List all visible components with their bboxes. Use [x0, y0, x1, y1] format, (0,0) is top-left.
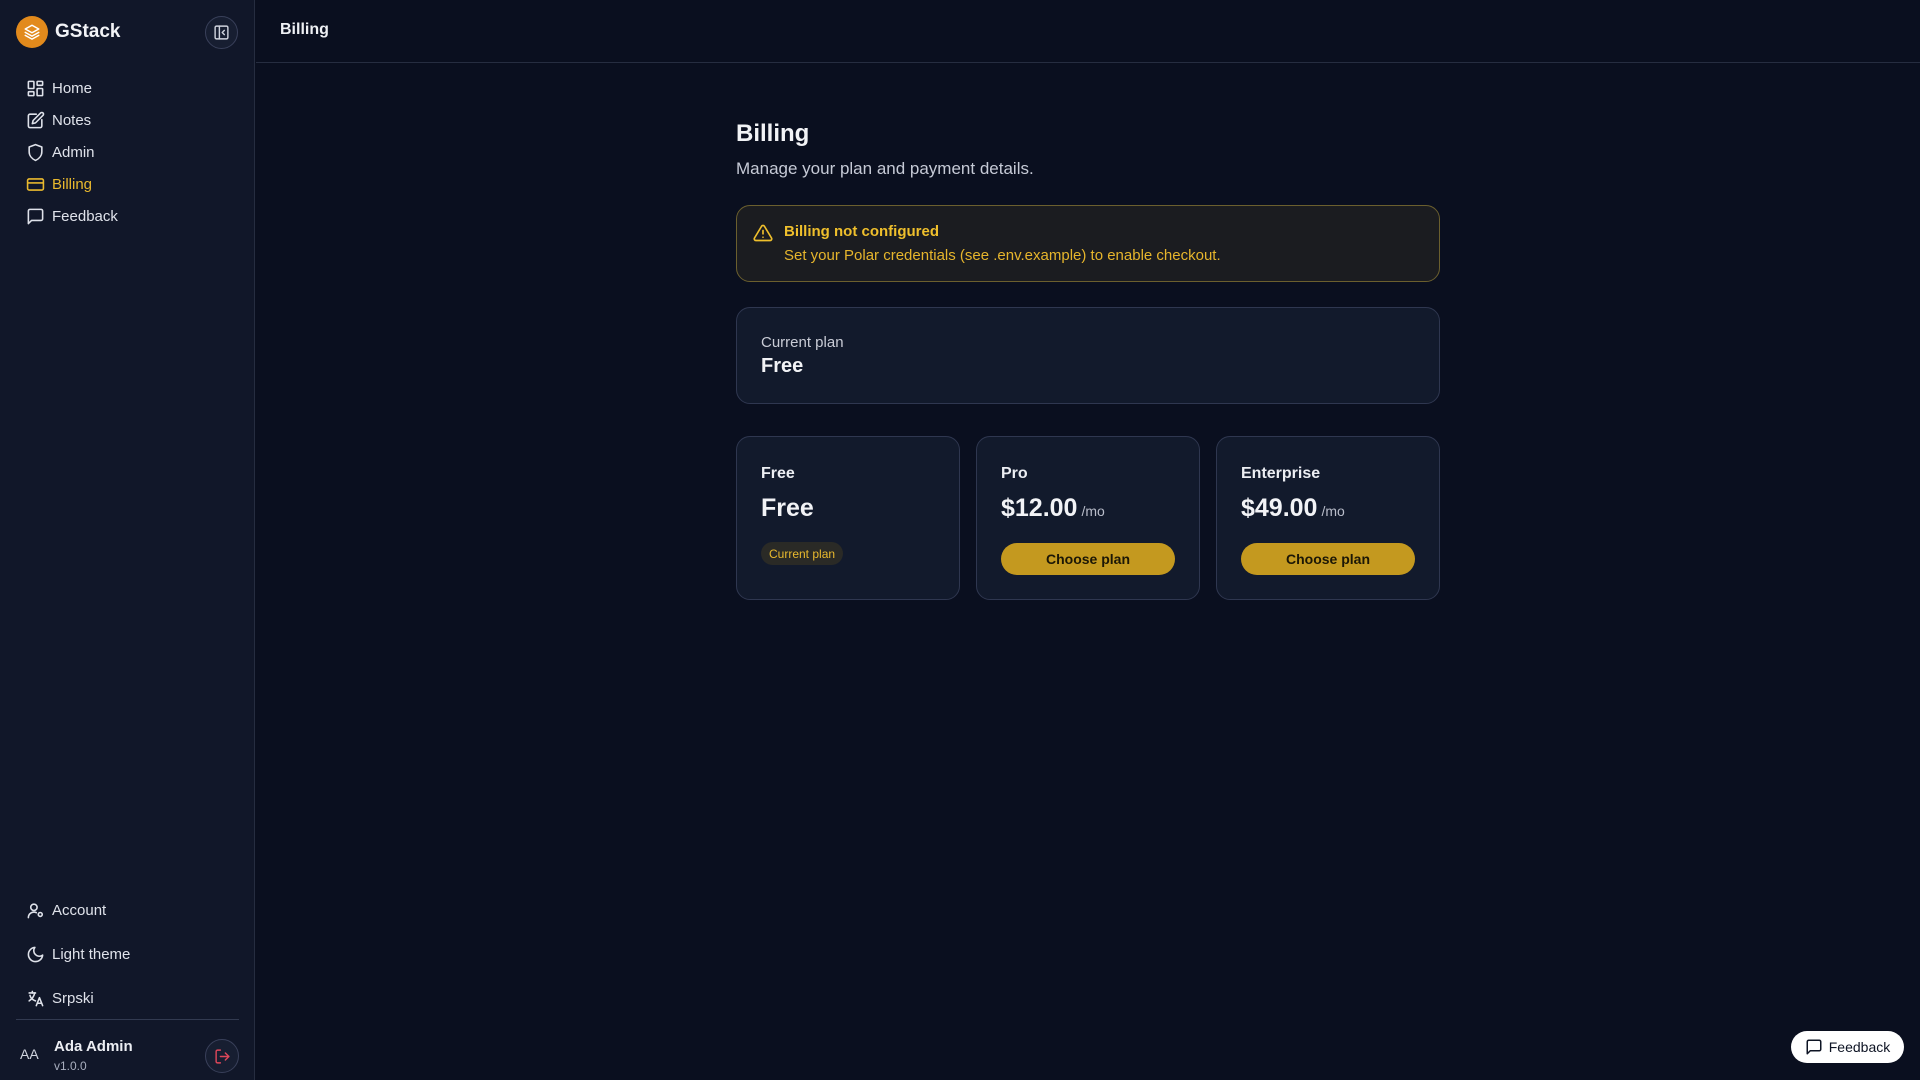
sidebar: GStack Home Notes Admin Billing Feedback…: [0, 0, 255, 1080]
user-gear-icon: [27, 902, 44, 918]
alert-title: Billing not configured: [784, 223, 939, 240]
app-version: v1.0.0: [54, 1059, 87, 1073]
current-plan-label: Current plan: [761, 334, 844, 351]
plan-price-value: $12.00: [1001, 494, 1078, 522]
sidebar-item-admin[interactable]: Admin: [16, 136, 239, 168]
message-icon: [27, 208, 44, 224]
brand-name: GStack: [55, 21, 121, 42]
sidebar-collapse-icon: [214, 25, 229, 40]
notes-icon: [27, 111, 45, 128]
sidebar-item-label: Light theme: [52, 945, 131, 963]
current-plan-card: Current plan Free: [736, 307, 1440, 404]
collapse-sidebar-button[interactable]: [205, 16, 238, 49]
sidebar-item-notes[interactable]: Notes: [16, 104, 239, 136]
message-icon: [1806, 1039, 1822, 1055]
credit-card-icon: [26, 177, 45, 191]
user-name: Ada Admin: [54, 1038, 133, 1055]
plan-list: Free Free Current plan Pro $12.00/mo Cho…: [736, 436, 1440, 600]
current-plan-value: Free: [761, 355, 804, 377]
top-bar: Billing: [256, 0, 1920, 63]
plan-card-pro: Pro $12.00/mo Choose plan: [976, 436, 1200, 600]
plan-name: Free: [761, 465, 795, 482]
plan-name: Enterprise: [1241, 465, 1321, 482]
plan-price: Free: [761, 494, 814, 523]
sidebar-item-label: Admin: [52, 143, 95, 161]
user-profile: AA Ada Admin v1.0.0: [16, 1036, 239, 1074]
breadcrumb: Billing: [280, 21, 329, 38]
sidebar-item-home[interactable]: Home: [16, 72, 239, 104]
plan-card-enterprise: Enterprise $49.00/mo Choose plan: [1216, 436, 1440, 600]
sidebar-item-feedback[interactable]: Feedback: [16, 200, 239, 232]
grid-icon: [27, 80, 44, 96]
current-plan-badge: Current plan: [761, 542, 844, 565]
plan-name: Pro: [1001, 465, 1028, 482]
plan-price-value: Free: [761, 494, 814, 522]
sidebar-item-label: Notes: [52, 111, 92, 129]
plan-price: $12.00/mo: [1001, 494, 1105, 523]
sidebar-item-account[interactable]: Account: [16, 888, 239, 932]
sidebar-divider: [16, 1019, 239, 1020]
warning-icon: [753, 224, 773, 242]
sidebar-item-label: Srpski: [52, 989, 94, 1007]
page-title: Billing: [736, 120, 810, 147]
avatar[interactable]: AA: [20, 1046, 39, 1062]
sidebar-nav: Home Notes Admin Billing Feedback: [16, 72, 239, 232]
sidebar-item-billing[interactable]: Billing: [16, 168, 239, 200]
plan-card-free: Free Free Current plan: [736, 436, 960, 600]
billing-warning-alert: Billing not configured Set your Polar cr…: [736, 205, 1440, 282]
plan-period: /mo: [1321, 503, 1345, 519]
page-subtitle: Manage your plan and payment details.: [736, 159, 1034, 178]
theme-toggle[interactable]: Light theme: [16, 932, 239, 976]
shield-icon: [28, 143, 43, 161]
plan-price: $49.00/mo: [1241, 494, 1345, 523]
plan-period: /mo: [1081, 503, 1105, 519]
sidebar-item-label: Home: [52, 79, 93, 97]
language-switch[interactable]: Srpski: [16, 976, 239, 1020]
logout-button[interactable]: [205, 1039, 239, 1073]
alert-text: Set your Polar credentials (see .env.exa…: [784, 247, 1221, 264]
plan-price-value: $49.00: [1241, 494, 1318, 522]
choose-plan-button-pro[interactable]: Choose plan: [1001, 543, 1175, 575]
translate-icon: [28, 990, 44, 1006]
layers-icon: [16, 16, 48, 48]
choose-plan-button-enterprise[interactable]: Choose plan: [1241, 543, 1415, 575]
moon-icon: [27, 946, 44, 962]
sidebar-item-label: Feedback: [52, 207, 118, 225]
sidebar-bottom-nav: Account Light theme Srpski: [16, 888, 239, 1020]
sidebar-item-label: Account: [52, 901, 107, 919]
brand[interactable]: GStack: [16, 16, 120, 48]
feedback-label: Feedback: [1828, 1039, 1891, 1055]
feedback-floating-button[interactable]: Feedback: [1791, 1031, 1904, 1063]
billing-main: Billing Manage your plan and payment det…: [736, 120, 1440, 600]
logout-icon: [214, 1048, 230, 1064]
sidebar-item-label: Billing: [52, 175, 93, 193]
